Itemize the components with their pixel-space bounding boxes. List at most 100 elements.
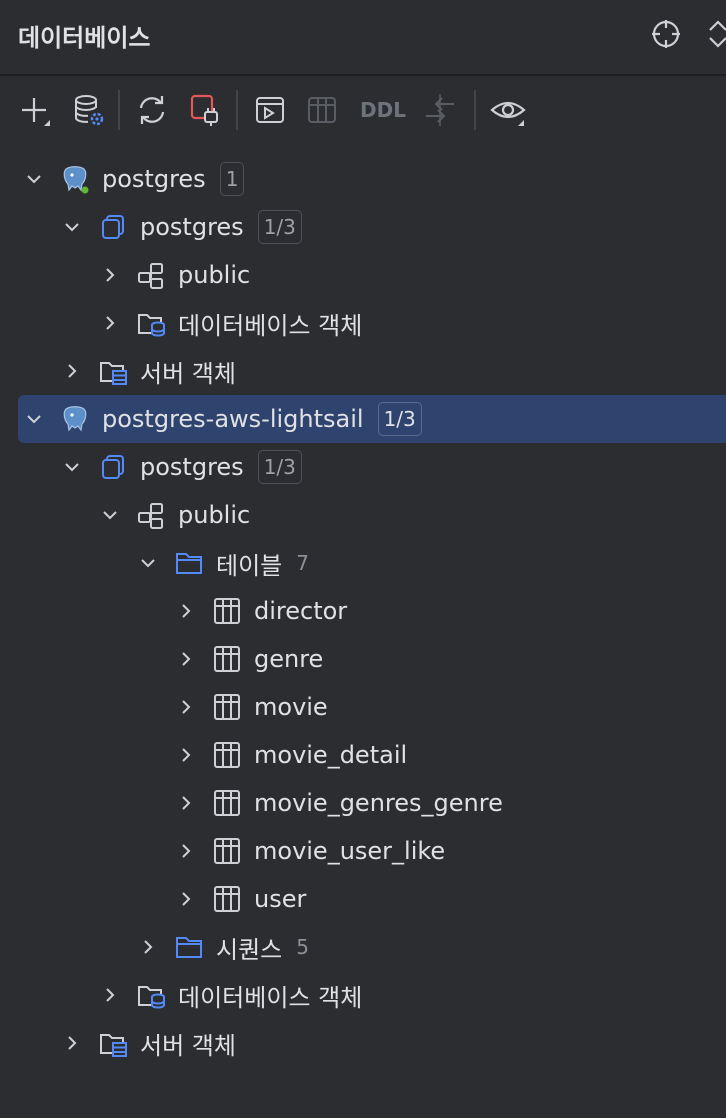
chevron-right-icon[interactable] (174, 791, 198, 815)
add-icon[interactable] (16, 92, 52, 128)
chevron-down-icon[interactable] (22, 167, 46, 191)
schema-icon (136, 260, 166, 290)
table-icon (212, 692, 242, 722)
tree-item-label: 시퀀스 (216, 935, 283, 964)
chevron-right-icon[interactable] (98, 311, 122, 335)
chevron-right-icon[interactable] (60, 1031, 84, 1055)
postgresql-icon (60, 404, 90, 434)
chevron-down-icon[interactable] (60, 215, 84, 239)
tree-item-table[interactable]: movie (0, 683, 726, 731)
tree-item-table[interactable]: user (0, 875, 726, 923)
folder-icon (174, 932, 204, 962)
data-source-properties-icon[interactable] (70, 92, 106, 128)
toolbar: DDL (0, 76, 726, 144)
expand-collapse-icon[interactable] (704, 18, 726, 50)
table-view-icon[interactable] (304, 92, 340, 128)
tree-item-label: 데이터베이스 객체 (178, 311, 363, 340)
chevron-down-icon[interactable] (22, 407, 46, 431)
tree-item-database[interactable]: postgres 1/3 (0, 203, 726, 251)
locate-icon[interactable] (650, 18, 682, 50)
tree-item-server-objects[interactable]: 서버 객체 (0, 347, 726, 395)
session-count-badge: 1/3 (377, 402, 422, 436)
tree-item-label: movie_genres_genre (254, 789, 503, 817)
session-count-badge: 1 (219, 162, 245, 196)
chevron-right-icon[interactable] (60, 359, 84, 383)
tree-item-label: movie_detail (254, 741, 408, 769)
tree-item-label: 서버 객체 (140, 1031, 236, 1060)
compare-icon[interactable] (422, 92, 458, 128)
table-icon (212, 740, 242, 770)
postgresql-icon (60, 164, 90, 194)
database-icon (98, 212, 128, 242)
tree-item-schema[interactable]: public (0, 251, 726, 299)
disconnect-icon[interactable] (186, 92, 222, 128)
chevron-right-icon[interactable] (136, 935, 160, 959)
tree-item-label: director (254, 597, 348, 625)
server-objects-folder-icon (98, 1028, 128, 1058)
tree-item-sequences-folder[interactable]: 시퀀스 5 (0, 923, 726, 971)
chevron-down-icon[interactable] (98, 503, 122, 527)
tree-item-label: 데이터베이스 객체 (178, 983, 363, 1012)
ddl-button[interactable]: DDL (358, 92, 408, 128)
table-icon (212, 596, 242, 626)
table-icon (212, 836, 242, 866)
tree-item-label: public (178, 261, 251, 289)
tree-item-label: postgres (102, 165, 206, 193)
item-count: 7 (296, 551, 309, 575)
tree-item-datasource[interactable]: postgres-aws-lightsail 1/3 (0, 395, 726, 443)
panel-header: 데이터베이스 (0, 0, 726, 76)
chevron-down-icon[interactable] (60, 455, 84, 479)
tree-item-datasource[interactable]: postgres 1 (0, 155, 726, 203)
tree-item-database-objects[interactable]: 데이터베이스 객체 (0, 299, 726, 347)
item-count: 5 (296, 935, 309, 959)
table-icon (212, 884, 242, 914)
chevron-right-icon[interactable] (174, 887, 198, 911)
database-icon (98, 452, 128, 482)
tree-item-label: 테이블 (216, 551, 283, 580)
view-options-icon[interactable] (490, 92, 526, 128)
toolbar-separator (236, 90, 238, 130)
tree-item-table[interactable]: genre (0, 635, 726, 683)
folder-icon (174, 548, 204, 578)
query-console-icon[interactable] (252, 92, 288, 128)
chevron-right-icon[interactable] (174, 695, 198, 719)
tree-item-tables-folder[interactable]: 테이블 7 (0, 539, 726, 587)
schema-count-badge: 1/3 (257, 210, 302, 244)
chevron-right-icon[interactable] (174, 599, 198, 623)
tree-item-table[interactable]: movie_genres_genre (0, 779, 726, 827)
tree-item-label: user (254, 885, 307, 913)
chevron-right-icon[interactable] (174, 839, 198, 863)
tree-item-schema[interactable]: public (0, 491, 726, 539)
tree-item-table[interactable]: movie_detail (0, 731, 726, 779)
toolbar-separator (118, 90, 120, 130)
table-icon (212, 644, 242, 674)
tree-item-database-objects[interactable]: 데이터베이스 객체 (0, 971, 726, 1019)
tree-item-label: public (178, 501, 251, 529)
toolbar-separator (474, 90, 476, 130)
tree-item-table[interactable]: director (0, 587, 726, 635)
tree-item-table[interactable]: movie_user_like (0, 827, 726, 875)
chevron-right-icon[interactable] (98, 983, 122, 1007)
tree-item-label: postgres-aws-lightsail (102, 405, 364, 433)
tree-item-label: postgres (140, 453, 244, 481)
chevron-right-icon[interactable] (98, 263, 122, 287)
database-objects-folder-icon (136, 308, 166, 338)
table-icon (212, 788, 242, 818)
tree-item-label: genre (254, 645, 324, 673)
chevron-down-icon[interactable] (136, 551, 160, 575)
tree-item-database[interactable]: postgres 1/3 (0, 443, 726, 491)
database-objects-folder-icon (136, 980, 166, 1010)
refresh-icon[interactable] (134, 92, 170, 128)
panel-title: 데이터베이스 (18, 24, 151, 52)
tree-item-label: postgres (140, 213, 244, 241)
chevron-right-icon[interactable] (174, 647, 198, 671)
schema-count-badge: 1/3 (257, 450, 302, 484)
tree-item-server-objects[interactable]: 서버 객체 (0, 1019, 726, 1067)
ddl-label: DDL (360, 98, 406, 122)
tree-item-label: movie_user_like (254, 837, 446, 865)
server-objects-folder-icon (98, 356, 128, 386)
tree-item-label: 서버 객체 (140, 359, 236, 388)
chevron-right-icon[interactable] (174, 743, 198, 767)
schema-icon (136, 500, 166, 530)
tree-item-label: movie (254, 693, 328, 721)
